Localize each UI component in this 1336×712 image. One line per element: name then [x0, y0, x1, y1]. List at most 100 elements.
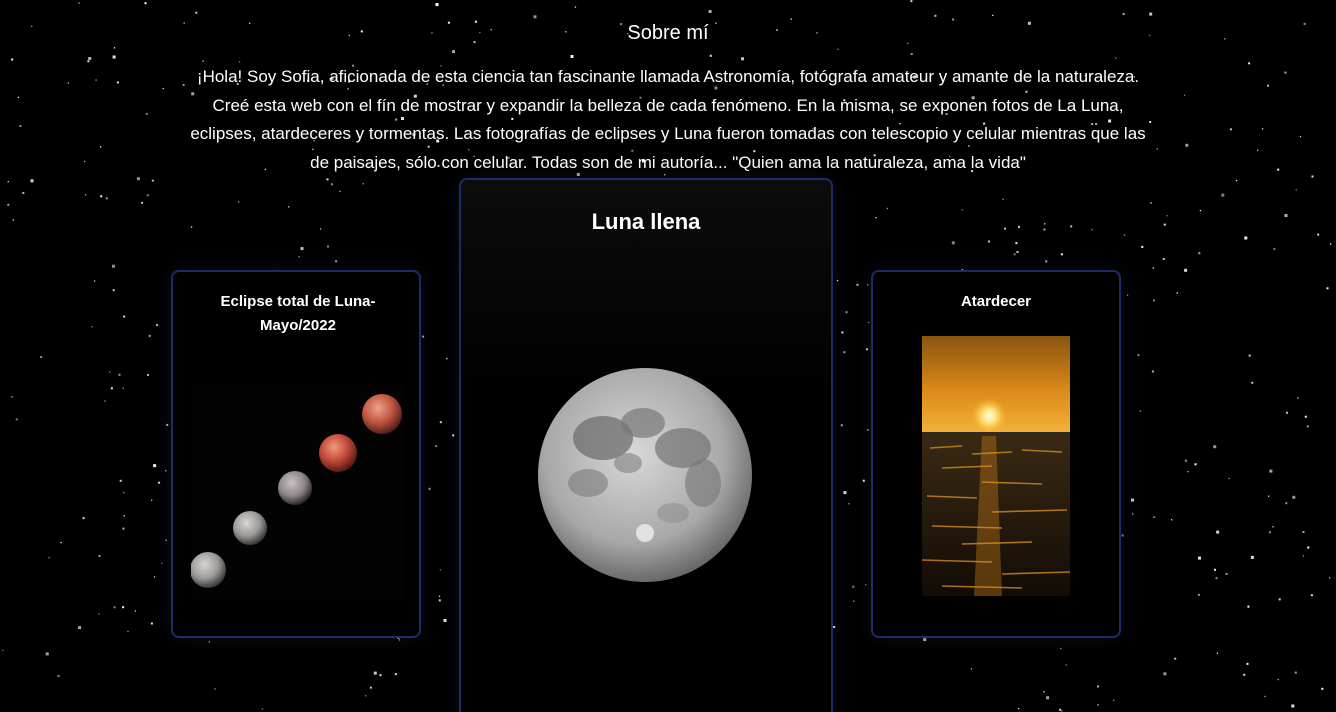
- star: [1224, 38, 1226, 40]
- star: [238, 201, 240, 203]
- star: [48, 557, 50, 559]
- star: [19, 125, 22, 127]
- star: [1225, 572, 1228, 575]
- star: [439, 421, 442, 424]
- star: [970, 668, 972, 670]
- star: [298, 256, 300, 258]
- star: [339, 190, 341, 193]
- star: [836, 279, 839, 282]
- star: [1277, 168, 1280, 171]
- star: [1273, 247, 1276, 250]
- star: [867, 429, 869, 431]
- star: [853, 600, 855, 602]
- star: [1215, 577, 1218, 580]
- star: [1045, 260, 1048, 263]
- star: [1174, 657, 1177, 660]
- star: [84, 160, 86, 163]
- star: [1213, 445, 1217, 449]
- star: [1065, 664, 1067, 666]
- star: [1043, 228, 1046, 231]
- star: [1166, 215, 1168, 217]
- star: [790, 18, 792, 20]
- star: [910, 0, 913, 3]
- star: [22, 192, 25, 194]
- star: [1016, 251, 1019, 253]
- star: [446, 358, 448, 360]
- star: [98, 554, 101, 557]
- star: [1269, 469, 1273, 473]
- star: [1229, 128, 1232, 131]
- star: [923, 638, 927, 642]
- star: [1317, 233, 1320, 236]
- star: [1269, 531, 1271, 534]
- card-title-moon: Luna llena: [591, 209, 701, 234]
- star: [373, 671, 377, 675]
- star: [856, 283, 859, 286]
- star: [1286, 411, 1288, 414]
- star: [95, 79, 97, 81]
- star: [1330, 243, 1332, 245]
- star: [1156, 148, 1158, 150]
- star: [1247, 605, 1250, 608]
- star: [1185, 143, 1189, 147]
- star: [1292, 495, 1296, 499]
- star: [1153, 516, 1155, 518]
- star: [1162, 258, 1165, 260]
- star: [123, 515, 125, 517]
- star: [1278, 598, 1281, 601]
- star: [1194, 463, 1197, 466]
- gallery-card-full-moon[interactable]: Luna llena: [459, 178, 833, 712]
- star: [1304, 415, 1307, 418]
- star: [148, 334, 151, 337]
- star: [1264, 695, 1266, 698]
- star: [1139, 410, 1141, 412]
- star: [1149, 12, 1153, 16]
- star: [1285, 502, 1288, 505]
- star: [1198, 252, 1201, 255]
- gallery-card-eclipse[interactable]: Eclipse total de Luna-Mayo/2022: [171, 270, 421, 638]
- star: [109, 371, 111, 373]
- star: [875, 217, 877, 219]
- star: [17, 96, 19, 98]
- star: [127, 630, 129, 633]
- star: [326, 178, 329, 181]
- star: [1132, 513, 1134, 515]
- star: [369, 686, 372, 689]
- star: [31, 25, 33, 27]
- star: [1310, 594, 1313, 597]
- star: [843, 351, 846, 354]
- star: [1329, 577, 1331, 579]
- star: [439, 569, 441, 571]
- about-text: ¡Hola! Soy Sofia, aficionada de esta cie…: [190, 67, 1146, 172]
- star: [1123, 234, 1126, 236]
- star: [165, 539, 167, 541]
- star: [113, 47, 116, 49]
- star: [1302, 531, 1305, 533]
- eclipse-photo[interactable]: [191, 384, 404, 600]
- star: [1198, 556, 1201, 560]
- star: [60, 541, 62, 544]
- star: [867, 284, 869, 286]
- star: [300, 247, 304, 251]
- star: [1272, 526, 1274, 528]
- star: [1243, 673, 1246, 676]
- full-moon-photo[interactable]: [533, 363, 757, 587]
- gallery-card-sunset[interactable]: Atardecer: [871, 270, 1121, 638]
- star: [11, 396, 13, 398]
- star: [118, 373, 121, 376]
- star: [183, 22, 185, 24]
- star: [78, 626, 82, 630]
- sunset-photo[interactable]: [922, 336, 1070, 596]
- star: [398, 639, 401, 641]
- star: [1059, 708, 1062, 711]
- star: [113, 606, 116, 609]
- star: [848, 503, 850, 505]
- star: [1018, 708, 1020, 710]
- star: [2, 649, 4, 652]
- star: [865, 348, 868, 351]
- star: [150, 622, 153, 625]
- star: [886, 207, 888, 210]
- star: [67, 82, 69, 84]
- star: [833, 626, 836, 628]
- star: [319, 228, 322, 230]
